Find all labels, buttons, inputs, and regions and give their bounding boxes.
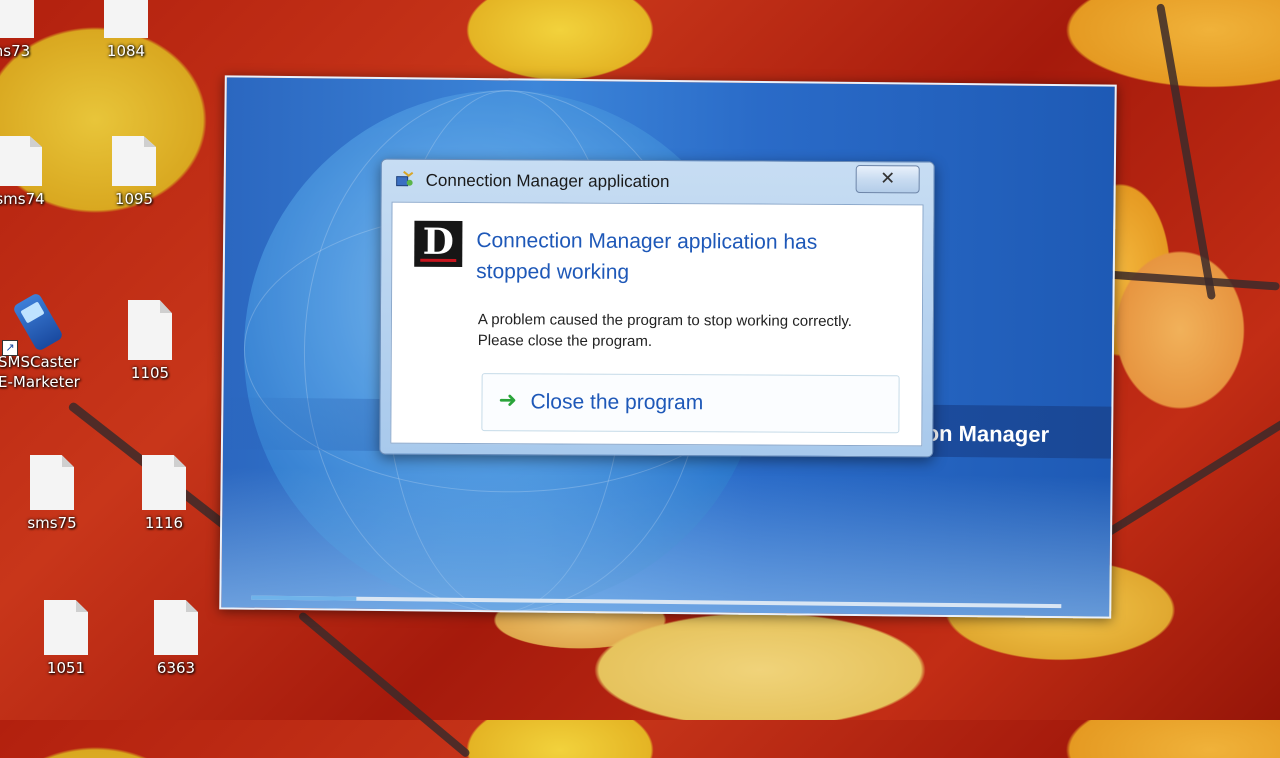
desktop-shortcut-smscaster[interactable]: ↗ SMSCaster E-Marketer — [0, 291, 80, 392]
desktop-file-icon[interactable]: 1105 — [110, 300, 190, 382]
file-icon — [142, 455, 186, 510]
icon-label: sms74 — [0, 190, 45, 208]
green-arrow-icon: ➜ — [498, 388, 518, 414]
file-icon — [30, 455, 74, 510]
icon-label: 1051 — [46, 659, 86, 677]
desktop-file-icon[interactable]: 1051 — [26, 600, 106, 677]
file-icon — [154, 600, 198, 655]
shortcut-arrow-icon: ↗ — [2, 340, 18, 356]
icon-label: 1084 — [106, 42, 146, 60]
network-app-icon — [396, 170, 414, 187]
icon-label: 6363 — [156, 659, 196, 677]
dialog-titlebar[interactable]: Connection Manager application ✕ — [382, 160, 934, 203]
splash-title: on Manager — [925, 420, 1050, 447]
desktop-file-icon[interactable]: 1084 — [86, 0, 166, 60]
branch — [297, 610, 472, 758]
error-headline: Connection Manager application has stopp… — [476, 229, 818, 284]
close-program-label: Close the program — [530, 390, 704, 415]
desktop-file-icon[interactable]: 1116 — [124, 455, 204, 532]
desktop-file-icon[interactable]: ns73 — [0, 0, 52, 60]
d-link-logo-icon: D — [414, 220, 463, 267]
branch — [1156, 3, 1217, 301]
close-program-command-link[interactable]: ➜ Close the program — [481, 373, 900, 434]
mobile-phone-icon — [12, 291, 64, 353]
desktop-file-icon[interactable]: sms74 — [0, 136, 60, 208]
splash-bottom-glow — [221, 467, 1111, 617]
branch — [1099, 270, 1280, 291]
desktop-file-icon[interactable]: 6363 — [136, 600, 216, 677]
file-icon — [44, 600, 88, 655]
error-dialog: Connection Manager application ✕ D Conne… — [379, 158, 935, 458]
close-button[interactable]: ✕ — [855, 165, 920, 194]
icon-label: SMSCaster E-Marketer — [0, 353, 80, 391]
icon-label: 1105 — [130, 364, 170, 382]
file-icon — [104, 0, 148, 38]
dialog-title: Connection Manager application — [425, 170, 670, 192]
file-icon — [0, 0, 34, 38]
icon-label: ns73 — [0, 42, 31, 60]
file-icon — [112, 136, 156, 186]
desktop-file-icon[interactable]: sms75 — [12, 455, 92, 532]
desktop-file-icon[interactable]: 1095 — [94, 136, 174, 208]
dialog-content: D Connection Manager application has sto… — [390, 201, 924, 447]
error-message: A problem caused the program to stop wor… — [477, 311, 853, 350]
icon-label: 1095 — [114, 190, 154, 208]
icon-label: sms75 — [27, 514, 77, 532]
file-icon — [0, 136, 42, 186]
file-icon — [128, 300, 172, 360]
branch — [1087, 418, 1280, 548]
icon-label: 1116 — [144, 514, 184, 532]
